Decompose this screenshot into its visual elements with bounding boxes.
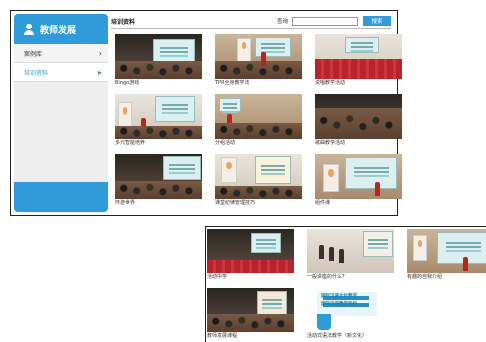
- thumbnail[interactable]: [215, 154, 302, 199]
- material-card[interactable]: 说唱教学活动: [315, 34, 402, 88]
- thumbnail[interactable]: [207, 229, 294, 273]
- material-caption[interactable]: Bingo游戏: [115, 79, 202, 88]
- thumbnail[interactable]: [215, 34, 302, 79]
- poster-line-2: 国际汉语教学专栏: [321, 302, 357, 307]
- material-card[interactable]: 多元智能培养: [115, 94, 202, 148]
- main-window: 教师发展 案例库 › 培训资料 ▸ 培训资料 查询 搜索 Bingo游戏 TPR…: [10, 10, 402, 216]
- thumbnail[interactable]: [215, 94, 302, 139]
- material-caption[interactable]: 多元智能培养: [115, 139, 202, 148]
- section-title: 培训资料: [111, 18, 136, 26]
- search-label: 查询: [276, 19, 288, 25]
- material-card[interactable]: 分组活动: [215, 94, 302, 148]
- material-card[interactable]: Bingo游戏: [115, 34, 202, 88]
- chevron-right-icon: ›: [98, 48, 102, 58]
- content-header: 培训资料 查询 搜索: [111, 14, 391, 29]
- sidebar-header: 教师发展: [14, 14, 108, 44]
- sidebar: 教师发展 案例库 › 培训资料 ▸: [14, 14, 108, 212]
- secondary-window: 活动中学 一般讲座的什么? 有趣的自我介绍 教师发展课程 国际汉语文化教学 国际…: [205, 226, 486, 342]
- material-card[interactable]: 有趣的自我介绍: [407, 229, 486, 282]
- material-caption[interactable]: 教师发展课程: [207, 332, 294, 341]
- sidebar-footer: [14, 182, 108, 212]
- thumbnail[interactable]: [315, 154, 402, 199]
- sidebar-title: 教师发展: [40, 25, 77, 36]
- material-caption[interactable]: 活动式语法教学（新文化）: [307, 332, 394, 341]
- thumbnail[interactable]: [115, 94, 202, 139]
- sidebar-item-training-materials[interactable]: 培训资料 ▸: [14, 63, 108, 82]
- sidebar-item-label: 案例库: [24, 50, 43, 58]
- material-caption[interactable]: 活动中学: [207, 273, 294, 282]
- material-grid-secondary: 活动中学 一般讲座的什么? 有趣的自我介绍 教师发展课程 国际汉语文化教学 国际…: [207, 229, 486, 341]
- material-card[interactable]: 一般讲座的什么?: [307, 229, 394, 282]
- search-input[interactable]: [292, 16, 358, 26]
- material-caption[interactable]: 一般讲座的什么?: [307, 273, 394, 282]
- thumbnail[interactable]: [207, 288, 294, 332]
- material-caption[interactable]: 分组活动: [215, 139, 302, 148]
- material-card[interactable]: 国际汉语文化教学 国际汉语教学专栏 活动式语法教学（新文化）: [307, 288, 394, 341]
- material-card[interactable]: 组件课: [315, 154, 402, 208]
- user-icon: [24, 23, 34, 35]
- thumbnail[interactable]: [307, 229, 394, 273]
- material-caption[interactable]: 环游世界: [115, 199, 202, 208]
- thumbnail[interactable]: [315, 34, 402, 79]
- poster-line-1: 国际汉语文化教学: [321, 294, 357, 299]
- thumbnail[interactable]: 国际汉语文化教学 国际汉语教学专栏: [307, 288, 394, 332]
- thumbnail[interactable]: [115, 34, 202, 79]
- material-grid: Bingo游戏 TPR全身教学法 说唱教学活动 多元智能培养 分组活动 歌曲教学…: [115, 34, 402, 208]
- material-card[interactable]: 活动中学: [207, 229, 294, 282]
- thumbnail[interactable]: [315, 94, 402, 139]
- content-area: 培训资料 查询 搜索 Bingo游戏 TPR全身教学法 说唱教学活动 多元智能培…: [111, 14, 402, 206]
- material-caption[interactable]: 有趣的自我介绍: [407, 273, 486, 282]
- search-button[interactable]: 搜索: [363, 16, 391, 26]
- material-card[interactable]: TPR全身教学法: [215, 34, 302, 88]
- material-card[interactable]: 教师发展课程: [207, 288, 294, 341]
- material-caption[interactable]: 课堂纪律管理技巧: [215, 199, 302, 208]
- material-card[interactable]: 环游世界: [115, 154, 202, 208]
- sidebar-item-case-library[interactable]: 案例库 ›: [14, 44, 108, 63]
- caret-right-icon: ▸: [97, 67, 102, 77]
- material-caption[interactable]: 组件课: [315, 199, 402, 208]
- material-card[interactable]: 歌曲教学活动: [315, 94, 402, 148]
- material-caption[interactable]: 说唱教学活动: [315, 79, 402, 88]
- material-caption[interactable]: 歌曲教学活动: [315, 139, 402, 148]
- material-card[interactable]: 课堂纪律管理技巧: [215, 154, 302, 208]
- sidebar-item-label: 培训资料: [24, 69, 49, 77]
- thumbnail[interactable]: [407, 229, 486, 273]
- material-caption[interactable]: TPR全身教学法: [215, 79, 302, 88]
- thumbnail[interactable]: [115, 154, 202, 199]
